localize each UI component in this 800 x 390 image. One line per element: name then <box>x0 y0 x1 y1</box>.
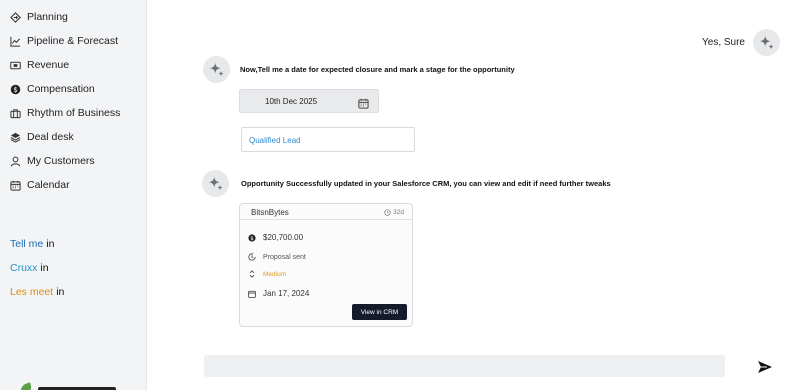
thread-suffix: in <box>40 262 49 274</box>
sidebar-item-rhythm[interactable]: Rhythm of Business <box>0 101 146 125</box>
sidebar-item-label: Planning <box>27 11 68 23</box>
sidebar-item-customers[interactable]: My Customers <box>0 149 146 173</box>
sidebar-item-planning[interactable]: Planning <box>0 5 146 29</box>
opportunity-card: BitsnBytes 32d $ $20,700.00 Proposal sen… <box>239 203 413 327</box>
app-root: Planning Pipeline & Forecast Revenue $ C… <box>0 0 800 390</box>
message-input[interactable] <box>204 355 725 377</box>
trend-line-icon <box>10 36 21 47</box>
sidebar-item-label: Revenue <box>27 59 70 71</box>
thread-title: Tell me <box>10 238 44 250</box>
sidebar-item-compensation[interactable]: $ Compensation <box>0 77 146 101</box>
amount-row: $ $20,700.00 <box>248 233 303 242</box>
sidebar-item-deal-desk[interactable]: Deal desk <box>0 125 146 149</box>
sidebar-item-label: Compensation <box>27 83 95 95</box>
age-badge: 32d <box>384 209 404 216</box>
stage-select[interactable]: Qualified Lead <box>241 127 415 152</box>
account-name: BitsnBytes <box>251 208 289 217</box>
thread-item-les-meet[interactable]: Les meet in <box>10 280 64 304</box>
sidebar-item-pipeline[interactable]: Pipeline & Forecast <box>0 29 146 53</box>
sort-arrows-icon <box>248 270 256 278</box>
calendar-icon[interactable] <box>358 96 369 109</box>
sidebar: Planning Pipeline & Forecast Revenue $ C… <box>0 0 147 390</box>
brand-logo <box>18 380 120 390</box>
thread-title: Les meet <box>10 286 54 298</box>
calendar-icon <box>248 290 256 298</box>
closure-date-picker[interactable]: 10th Dec 2025 <box>239 89 379 113</box>
dollar-circle-icon: $ <box>10 84 21 95</box>
sidebar-item-label: Calendar <box>27 179 70 191</box>
assistant-avatar <box>203 56 230 83</box>
assistant-avatar <box>753 29 780 56</box>
sidebar-nav: Planning Pipeline & Forecast Revenue $ C… <box>0 0 146 197</box>
leaf-logo-icon <box>18 382 34 390</box>
amount-value: $20,700.00 <box>263 233 304 242</box>
sidebar-item-calendar[interactable]: Calendar <box>0 173 146 197</box>
svg-text:$: $ <box>13 85 17 93</box>
sparkle-icon <box>208 176 223 190</box>
assistant-message: Now,Tell me a date for expected closure … <box>240 65 515 74</box>
thread-item-tell-me[interactable]: Tell me in <box>10 232 64 256</box>
sparkle-icon <box>759 35 774 49</box>
card-header: BitsnBytes 32d <box>240 204 412 220</box>
assistant-avatar <box>202 170 229 197</box>
age-value: 32d <box>393 209 404 216</box>
sidebar-item-label: Rhythm of Business <box>27 107 121 119</box>
thread-item-cruxx[interactable]: Cruxx in <box>10 256 64 280</box>
view-in-crm-button[interactable]: View in CRM <box>352 304 407 320</box>
planning-icon <box>10 11 21 23</box>
layers-icon <box>10 132 21 143</box>
dollar-circle-icon: $ <box>248 233 256 242</box>
thread-suffix: in <box>56 286 65 298</box>
close-date-value: Jan 17, 2024 <box>263 289 310 298</box>
sidebar-item-label: My Customers <box>27 155 95 167</box>
progress-clock-icon <box>248 253 256 261</box>
clock-icon <box>384 209 391 216</box>
sidebar-item-label: Pipeline & Forecast <box>27 35 119 47</box>
priority-row: Medium <box>248 270 286 278</box>
stage-value: Proposal sent <box>263 253 306 261</box>
send-icon[interactable] <box>757 360 773 374</box>
thread-title: Cruxx <box>10 262 38 274</box>
sidebar-item-label: Deal desk <box>27 131 74 143</box>
stage-row: Proposal sent <box>248 253 306 261</box>
thread-suffix: in <box>46 238 55 250</box>
date-value: 10th Dec 2025 <box>265 97 318 106</box>
sidebar-item-revenue[interactable]: Revenue <box>0 53 146 77</box>
stage-value: Qualified Lead <box>249 136 301 145</box>
sparkle-icon <box>209 62 224 76</box>
close-date-row: Jan 17, 2024 <box>248 289 309 298</box>
assistant-message: Opportunity Successfully updated in your… <box>241 179 611 188</box>
svg-text:$: $ <box>250 235 253 241</box>
user-message: Yes, Sure <box>702 37 745 48</box>
priority-value: Medium <box>263 270 287 278</box>
cash-icon <box>10 60 21 71</box>
user-icon <box>10 156 21 167</box>
briefcase-icon <box>10 108 21 119</box>
recent-threads: Tell me in Cruxx in Les meet in <box>10 232 64 304</box>
calendar-icon <box>10 180 21 191</box>
